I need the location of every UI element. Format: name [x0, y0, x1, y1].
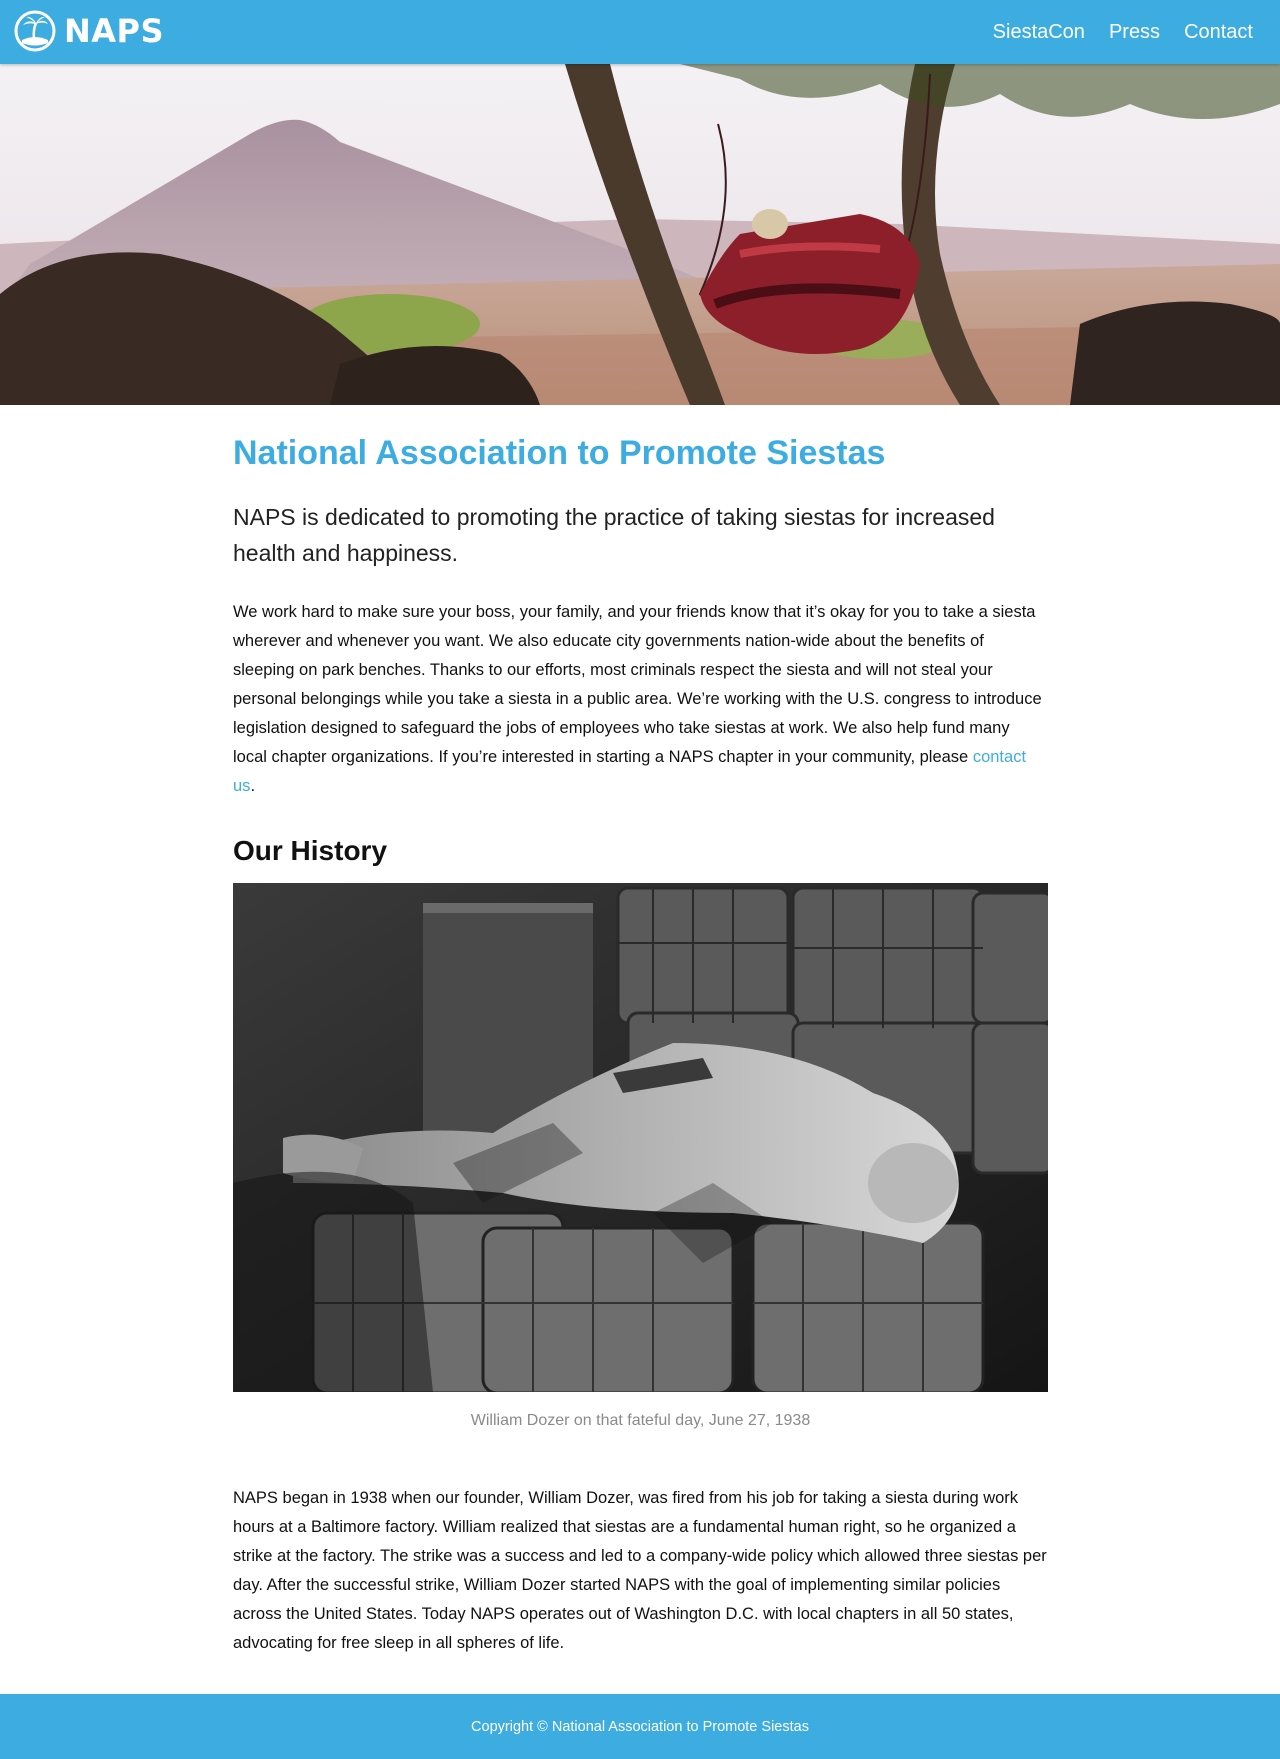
main-nav: SiestaCon Press Contact — [969, 0, 1253, 64]
main-content: National Association to Promote Siestas … — [233, 405, 1048, 1658]
palm-island-icon — [14, 10, 56, 52]
history-heading: Our History — [233, 835, 388, 866]
intro-paragraph: We work hard to make sure your boss, you… — [233, 598, 1048, 801]
hammock-volcano-photo — [0, 64, 1280, 405]
hero-image — [0, 64, 1280, 405]
site-header: NAPS SiestaCon Press Contact — [0, 0, 1280, 64]
photo-caption: William Dozer on that fateful day, June … — [470, 1412, 811, 1429]
page-title: National Association to Promote Siestas — [233, 434, 886, 472]
nav-siestacon-link[interactable]: SiestaCon — [993, 21, 1085, 44]
nav-press-link[interactable]: Press — [1109, 21, 1160, 44]
history-photo — [233, 883, 1048, 1392]
man-sleeping-on-baskets-photo — [233, 883, 1048, 1392]
site-footer: Copyright © National Association to Prom… — [0, 1694, 1280, 1759]
history-paragraph: NAPS began in 1938 when our founder, Wil… — [233, 1489, 1047, 1652]
nav-contact-link[interactable]: Contact — [1184, 21, 1253, 44]
intro-end: . — [250, 777, 256, 795]
logo-link[interactable]: NAPS — [14, 10, 165, 52]
lead-text: NAPS is dedicated to promoting the pract… — [233, 504, 995, 566]
logo-text: NAPS — [64, 12, 165, 50]
copyright-text: Copyright © National Association to Prom… — [471, 1718, 809, 1735]
intro-text: We work hard to make sure your boss, you… — [233, 603, 1042, 766]
